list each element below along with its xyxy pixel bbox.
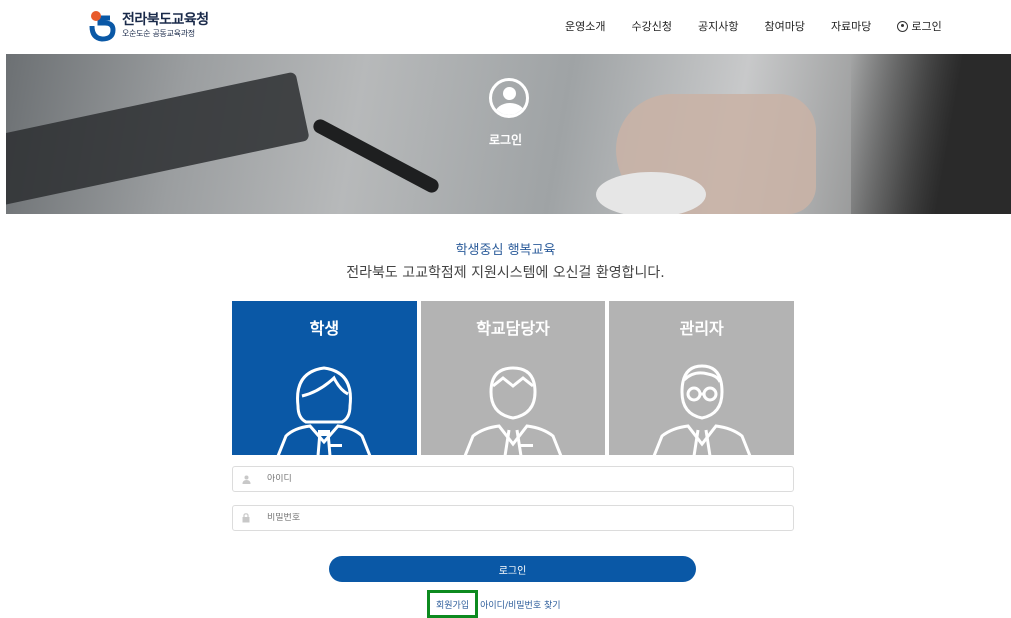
user-circle-icon bbox=[489, 78, 529, 118]
user-type-selector: 학생 학교담당자 관리자 bbox=[232, 301, 795, 455]
account-links: 회원가입 아이디/비밀번호 찾기 bbox=[427, 590, 561, 618]
user-type-school-staff[interactable]: 학교담당자 bbox=[420, 301, 606, 455]
signup-link[interactable]: 회원가입 bbox=[427, 590, 479, 618]
nav-item-community[interactable]: 참여마당 bbox=[764, 18, 804, 34]
nav-item-enroll[interactable]: 수강신청 bbox=[631, 18, 671, 34]
welcome-slogan: 학생중심 행복교육 bbox=[455, 243, 556, 258]
user-id-input[interactable] bbox=[267, 474, 793, 484]
user-type-label: 관리자 bbox=[679, 319, 724, 338]
staff-avatar-icon bbox=[463, 366, 563, 455]
page-title: 로그인 bbox=[488, 133, 523, 147]
user-type-admin[interactable]: 관리자 bbox=[609, 301, 795, 455]
site-header: 전라북도교육청 오순도순 공동교육과정 운영소개 수강신청 공지사항 참여마당 … bbox=[0, 0, 1011, 52]
nav-login-link[interactable]: 로그인 bbox=[897, 18, 942, 34]
main-nav: 운영소개 수강신청 공지사항 참여마당 자료마당 로그인 bbox=[565, 18, 968, 34]
user-icon bbox=[233, 467, 259, 491]
user-type-label: 학교담당자 bbox=[476, 319, 550, 338]
user-type-label: 학생 bbox=[309, 319, 340, 338]
password-field bbox=[232, 505, 794, 531]
brand-subtitle: 오순도순 공동교육과정 bbox=[122, 28, 195, 38]
find-account-link[interactable]: 아이디/비밀번호 찾기 bbox=[480, 598, 560, 611]
cable-shape bbox=[310, 116, 442, 196]
student-avatar-icon bbox=[277, 366, 372, 455]
user-id-field bbox=[232, 466, 794, 492]
mouse-shape bbox=[596, 172, 706, 214]
nav-item-resources[interactable]: 자료마당 bbox=[831, 18, 871, 34]
nav-item-about[interactable]: 운영소개 bbox=[565, 18, 605, 34]
welcome-message: 전라북도 고교학점제 지원시스템에 오신걸 환영합니다. bbox=[346, 265, 665, 281]
user-type-student[interactable]: 학생 bbox=[232, 301, 417, 455]
password-input[interactable] bbox=[267, 513, 793, 523]
brand-title: 전라북도교육청 bbox=[122, 11, 209, 28]
lock-icon bbox=[233, 506, 259, 530]
brand-logo[interactable]: 전라북도교육청 오순도순 공동교육과정 bbox=[88, 8, 209, 42]
logo-icon bbox=[88, 8, 118, 42]
nav-item-notice[interactable]: 공지사항 bbox=[698, 18, 738, 34]
nav-login-label: 로그인 bbox=[911, 20, 942, 33]
admin-avatar-icon bbox=[652, 364, 751, 455]
login-button[interactable]: 로그인 bbox=[329, 556, 696, 582]
user-icon bbox=[897, 20, 909, 32]
